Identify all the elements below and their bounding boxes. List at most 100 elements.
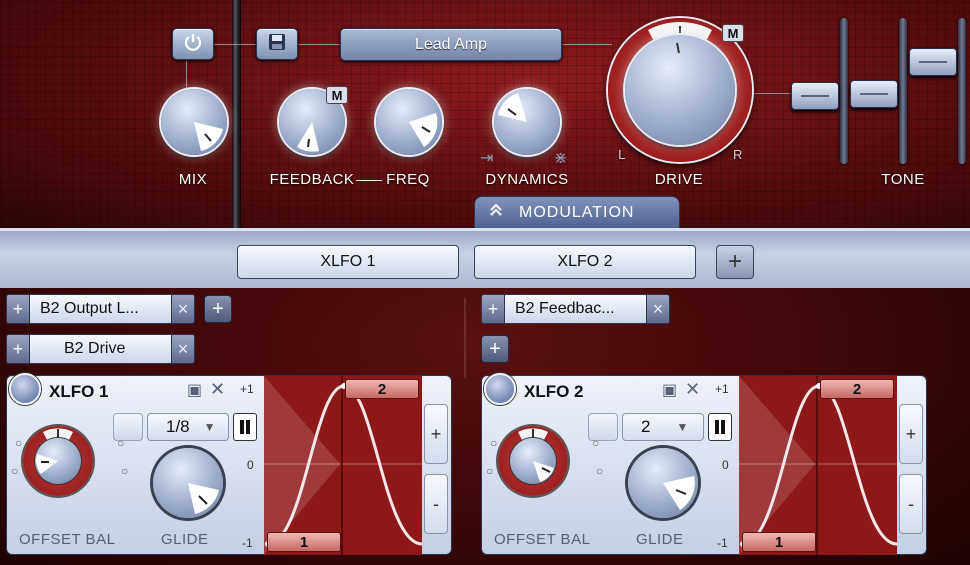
- tone-slider-track-low: [840, 18, 848, 164]
- step-2-label[interactable]: 2: [820, 379, 894, 399]
- feedback-mod-badge: M: [326, 86, 348, 104]
- dynamics-label: DYNAMICS: [485, 171, 569, 188]
- dot-icon: ○: [490, 436, 498, 450]
- tone-low-slider[interactable]: [791, 82, 839, 110]
- freq-knob[interactable]: [376, 89, 442, 155]
- axis-label-bottom: -1: [717, 536, 728, 550]
- mix-label: MIX: [178, 171, 208, 188]
- save-icon[interactable]: ▣: [187, 380, 202, 400]
- drive-left-label: L: [618, 147, 626, 162]
- lfo2-add-target-button[interactable]: +: [481, 335, 509, 363]
- dot-icon: ○: [117, 436, 125, 450]
- offset-bal-label: OFFSET BAL: [494, 531, 591, 548]
- globe-icon[interactable]: [484, 373, 516, 405]
- preset-name-field[interactable]: Lead Amp: [340, 28, 562, 61]
- rate-value: 1/8: [166, 417, 190, 436]
- rate-select[interactable]: 1/8 ▼: [147, 413, 229, 441]
- modulation-header: XLFO 1 XLFO 2 +: [0, 228, 970, 288]
- modulation-tab[interactable]: MODULATION: [474, 196, 680, 228]
- xlfo2-title: XLFO 2: [524, 382, 584, 401]
- panel-divider: [232, 0, 241, 228]
- drive-label: DRIVE: [654, 171, 704, 188]
- target-add-icon[interactable]: +: [6, 334, 30, 364]
- lfo1-waveform[interactable]: [264, 376, 423, 555]
- close-icon[interactable]: ✕: [210, 379, 225, 400]
- offset-bal-label: OFFSET BAL: [19, 531, 116, 548]
- save-icon: [267, 32, 287, 57]
- xlfo1-title: XLFO 1: [49, 382, 109, 401]
- freq-label: FREQ: [386, 171, 430, 188]
- drive-mod-badge: M: [722, 24, 744, 42]
- offset-knob[interactable]: [510, 438, 556, 484]
- feedback-freq-link: [356, 180, 382, 181]
- step-remove-button[interactable]: -: [424, 474, 448, 534]
- step-1-label[interactable]: 1: [742, 532, 816, 552]
- mix-knob[interactable]: [161, 89, 227, 155]
- tone-slider-track-high: [958, 18, 966, 164]
- sync-toggle[interactable]: [708, 413, 732, 441]
- connector-line: [752, 93, 792, 94]
- tone-slider-track-mid: [899, 18, 907, 164]
- tone-label: TONE: [881, 171, 925, 188]
- power-button[interactable]: [172, 28, 214, 60]
- target-name[interactable]: B2 Feedbac...: [505, 294, 646, 324]
- axis-label-mid: 0: [722, 458, 729, 472]
- sync-toggle[interactable]: [233, 413, 257, 441]
- target-add-icon[interactable]: +: [481, 294, 505, 324]
- dot-icon: ○: [596, 464, 604, 478]
- drive-right-label: R: [733, 147, 743, 162]
- modulation-tab-label: MODULATION: [519, 203, 635, 221]
- target-remove-icon[interactable]: ×: [171, 334, 195, 364]
- dot-icon: ○: [15, 436, 23, 450]
- lfo1-target-2: + B2 Drive ×: [6, 334, 195, 364]
- amp-panel: Lead Amp MIX M FEEDBACK FREQ ⇥ ⋇ DYNAMIC…: [0, 0, 970, 228]
- step-add-button[interactable]: +: [899, 404, 923, 464]
- connector-line: [562, 44, 612, 45]
- target-add-icon[interactable]: +: [6, 294, 30, 324]
- step-1-label[interactable]: 1: [267, 532, 341, 552]
- lfo2-waveform[interactable]: [739, 376, 898, 555]
- glide-label: GLIDE: [161, 531, 209, 548]
- tone-mid-slider[interactable]: [850, 80, 898, 108]
- step-add-button[interactable]: +: [424, 404, 448, 464]
- target-name[interactable]: B2 Drive: [30, 334, 171, 364]
- chevron-up-icon: [489, 203, 503, 222]
- tone-high-slider[interactable]: [909, 48, 957, 76]
- lfo2-target-1: + B2 Feedbac... ×: [481, 294, 670, 324]
- target-remove-icon[interactable]: ×: [646, 294, 670, 324]
- dot-icon: ○: [11, 464, 19, 478]
- axis-label-top: +1: [715, 382, 729, 396]
- axis-label-mid: 0: [247, 458, 254, 472]
- rate-value: 2: [641, 417, 651, 436]
- chevron-down-icon: ▼: [676, 420, 689, 434]
- glide-label: GLIDE: [636, 531, 684, 548]
- save-button[interactable]: [256, 28, 298, 60]
- saturate-icon: ⋇: [554, 150, 568, 167]
- dot-icon: ○: [592, 436, 600, 450]
- chevron-down-icon: ▼: [203, 420, 216, 434]
- tab-xlfo-2[interactable]: XLFO 2: [474, 245, 696, 279]
- dot-icon: ○: [121, 464, 129, 478]
- axis-label-top: +1: [240, 382, 254, 396]
- globe-icon[interactable]: [9, 373, 41, 405]
- target-remove-icon[interactable]: ×: [171, 294, 195, 324]
- target-name[interactable]: B2 Output L...: [30, 294, 171, 324]
- dot-icon: ○: [486, 464, 494, 478]
- save-icon[interactable]: ▣: [662, 380, 677, 400]
- column-divider: [464, 298, 466, 378]
- glide-knob[interactable]: [628, 448, 698, 518]
- tab-xlfo-1[interactable]: XLFO 1: [237, 245, 459, 279]
- power-icon: [183, 32, 203, 57]
- dynamics-knob[interactable]: [494, 89, 560, 155]
- lfo1-add-target-button[interactable]: +: [204, 295, 232, 323]
- lfo1-target-1: + B2 Output L... ×: [6, 294, 195, 324]
- step-2-label[interactable]: 2: [345, 379, 419, 399]
- axis-label-bottom: -1: [242, 536, 253, 550]
- offset-knob[interactable]: [35, 438, 81, 484]
- glide-knob[interactable]: [153, 448, 223, 518]
- close-icon[interactable]: ✕: [685, 379, 700, 400]
- drive-knob[interactable]: [625, 35, 735, 145]
- rate-select[interactable]: 2 ▼: [622, 413, 704, 441]
- step-remove-button[interactable]: -: [899, 474, 923, 534]
- add-lfo-button[interactable]: +: [716, 245, 754, 279]
